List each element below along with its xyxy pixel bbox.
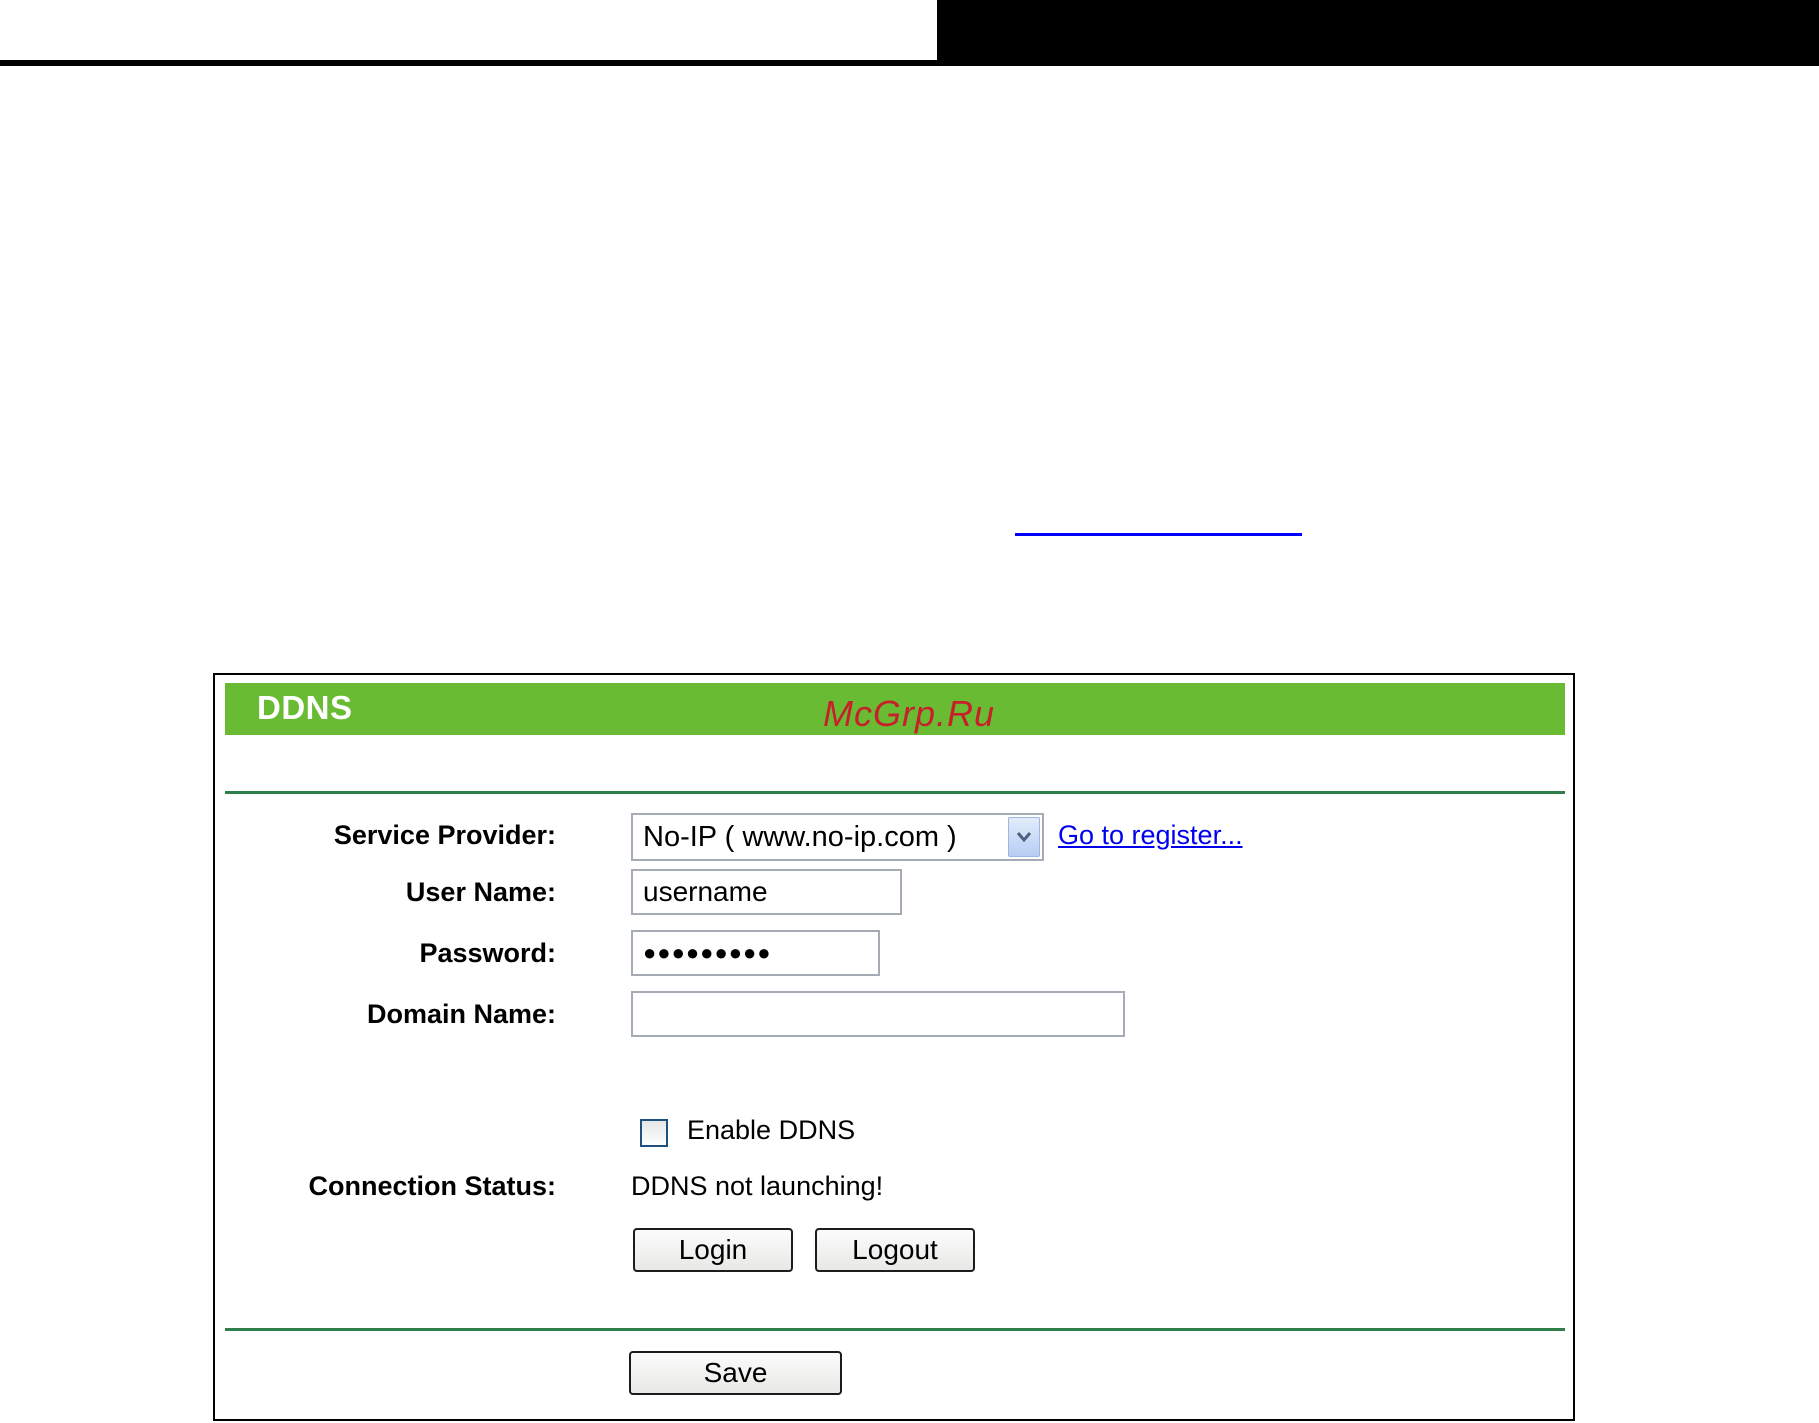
chevron-down-icon[interactable] — [1008, 817, 1040, 857]
top-header-rule — [0, 60, 1819, 66]
logout-button[interactable]: Logout — [815, 1228, 975, 1272]
watermark: McGrp.Ru — [823, 693, 996, 734]
password-label: Password: — [419, 938, 556, 968]
panel-title: DDNS — [257, 689, 353, 726]
domain-name-input[interactable] — [631, 991, 1125, 1037]
enable-ddns-label[interactable]: Enable DDNS — [687, 1115, 855, 1146]
login-button[interactable]: Login — [633, 1228, 793, 1272]
service-provider-label: Service Provider: — [333, 820, 556, 850]
password-input[interactable]: ●●●●●●●●● — [631, 930, 880, 976]
ddns-panel: DDNS McGrp.Ru Service Provider: No-IP ( … — [213, 673, 1575, 1421]
service-provider-select[interactable]: No-IP ( www.no-ip.com ) — [631, 813, 1044, 861]
top-divider — [225, 791, 1565, 794]
domain-name-label: Domain Name: — [366, 999, 556, 1029]
save-button[interactable]: Save — [629, 1351, 842, 1395]
go-to-register-link[interactable]: Go to register... — [1058, 820, 1243, 851]
enable-ddns-checkbox[interactable] — [640, 1119, 668, 1147]
bottom-divider — [225, 1328, 1565, 1331]
user-name-input[interactable]: username — [631, 869, 902, 915]
service-provider-value: No-IP ( www.no-ip.com ) — [643, 821, 957, 853]
connection-status-value: DDNS not launching! — [631, 1171, 884, 1201]
top-header-black-bar — [937, 0, 1819, 64]
connection-status-label: Connection Status: — [308, 1171, 557, 1201]
panel-header: DDNS McGrp.Ru — [225, 683, 1565, 735]
document-link-underline — [1015, 533, 1302, 536]
user-name-label: User Name: — [405, 877, 556, 907]
